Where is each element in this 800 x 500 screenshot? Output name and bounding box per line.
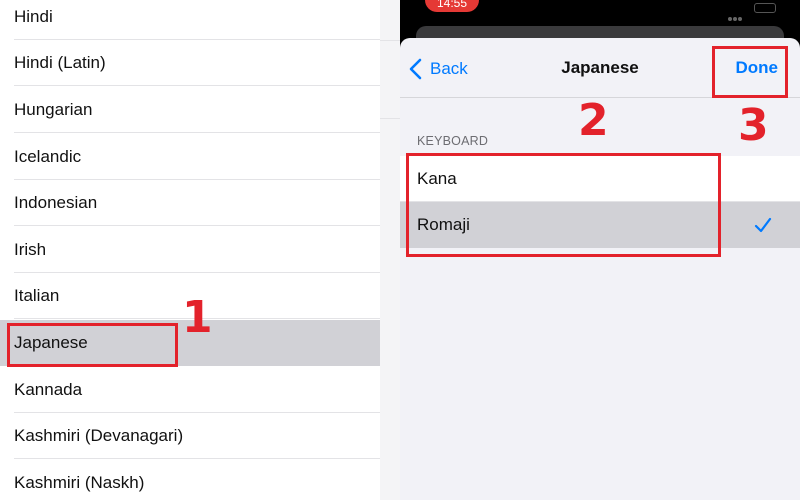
language-label: Italian bbox=[14, 286, 60, 305]
navigation-bar: Back Japanese Done bbox=[400, 38, 800, 98]
language-label: Hindi bbox=[14, 7, 53, 26]
language-label: Hindi (Latin) bbox=[14, 53, 106, 72]
language-item-hindi[interactable]: Hindi bbox=[0, 0, 380, 40]
language-label: Kashmiri (Naskh) bbox=[14, 473, 145, 492]
language-label: Irish bbox=[14, 240, 47, 259]
background-list-edge bbox=[380, 0, 400, 500]
language-item-indonesian[interactable]: Indonesian bbox=[0, 180, 380, 226]
language-item-kashmiri-naskh[interactable]: Kashmiri (Naskh) bbox=[0, 460, 380, 500]
status-time: 14:55 bbox=[425, 0, 479, 12]
keyboard-option-kana[interactable]: Kana bbox=[400, 156, 800, 202]
language-item-japanese[interactable]: Japanese bbox=[0, 320, 380, 366]
language-label: Indonesian bbox=[14, 193, 98, 212]
row-divider bbox=[380, 40, 400, 41]
row-divider bbox=[14, 318, 380, 319]
checkmark-icon bbox=[754, 217, 772, 233]
section-header-keyboard: KEYBOARD bbox=[417, 134, 489, 148]
row-divider bbox=[14, 225, 380, 226]
language-item-hungarian[interactable]: Hungarian bbox=[0, 87, 380, 133]
row-divider bbox=[14, 85, 380, 86]
language-label: Kashmiri (Devanagari) bbox=[14, 426, 184, 445]
option-label: Kana bbox=[417, 168, 457, 188]
row-divider bbox=[380, 118, 400, 119]
language-label: Japanese bbox=[14, 333, 88, 352]
language-item-irish[interactable]: Irish bbox=[0, 227, 380, 273]
keyboard-settings-device: 14:55 Back Japanese Done KEYBOARD Kana R… bbox=[400, 0, 800, 500]
language-item-kashmiri-devanagari[interactable]: Kashmiri (Devanagari) bbox=[0, 413, 380, 459]
language-item-kannada[interactable]: Kannada bbox=[0, 367, 380, 413]
row-divider bbox=[14, 132, 380, 133]
japanese-keyboard-sheet: Back Japanese Done KEYBOARD Kana Romaji bbox=[400, 38, 800, 500]
language-label: Hungarian bbox=[14, 100, 93, 119]
done-button[interactable]: Done bbox=[736, 58, 779, 78]
language-item-hindi-latin[interactable]: Hindi (Latin) bbox=[0, 40, 380, 86]
keyboard-option-romaji[interactable]: Romaji bbox=[400, 202, 800, 248]
row-divider bbox=[14, 458, 380, 459]
language-item-icelandic[interactable]: Icelandic bbox=[0, 134, 380, 180]
option-label: Romaji bbox=[417, 215, 470, 234]
battery-icon bbox=[754, 3, 776, 13]
dots-icon bbox=[728, 8, 748, 21]
language-label: Icelandic bbox=[14, 147, 82, 166]
language-list: Hindi Hindi (Latin) Hungarian Icelandic … bbox=[0, 0, 380, 500]
language-label: Kannada bbox=[14, 380, 83, 399]
language-item-italian[interactable]: Italian bbox=[0, 273, 380, 319]
